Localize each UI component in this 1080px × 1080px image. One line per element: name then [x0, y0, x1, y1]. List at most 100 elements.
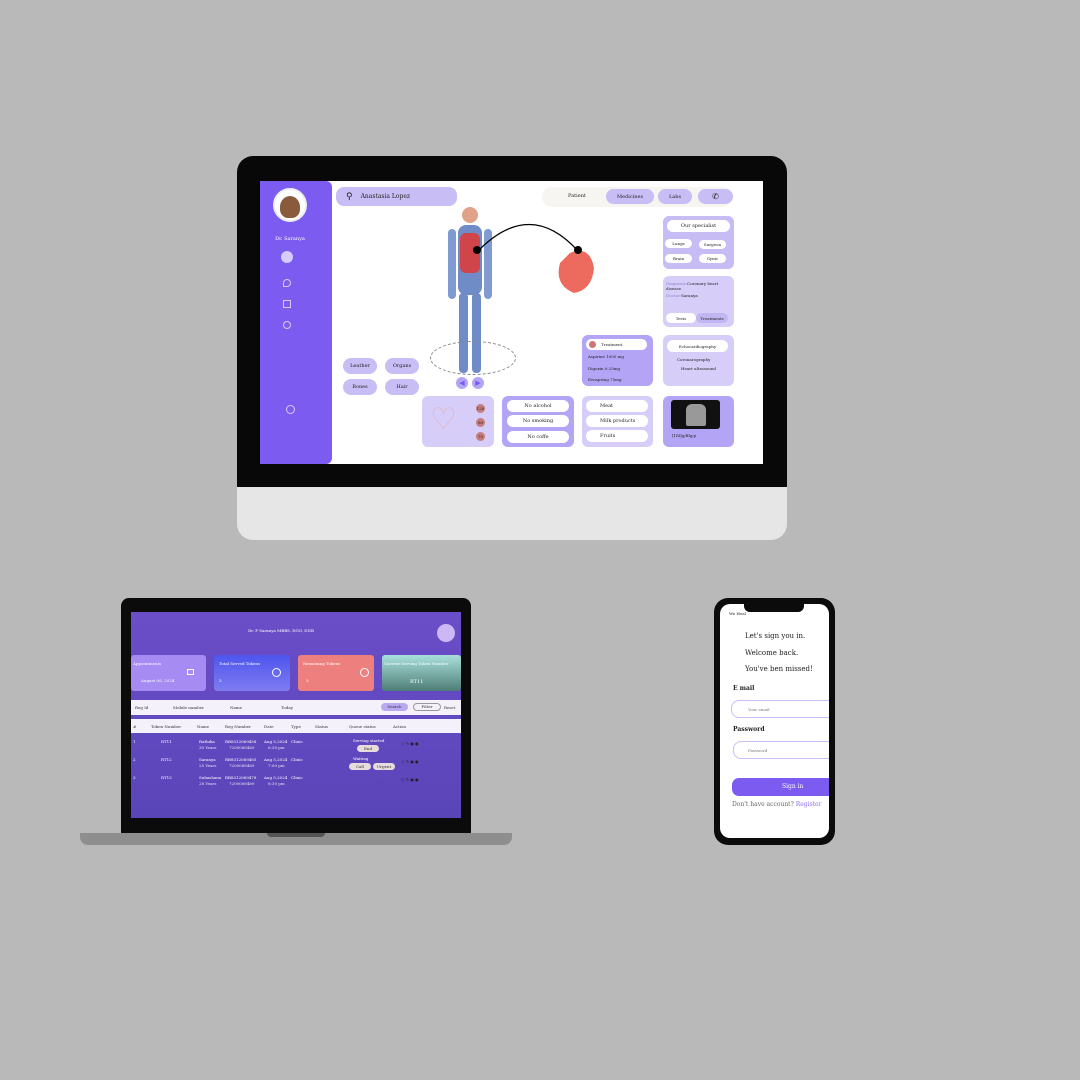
- password-label: Password: [733, 726, 765, 733]
- doctor-label: Doctor:: [666, 293, 682, 298]
- specialist-gynic[interactable]: Gynic: [699, 254, 726, 263]
- specialist-lungs[interactable]: Lungs: [665, 239, 692, 248]
- tab-tests[interactable]: Tests: [666, 313, 696, 323]
- cell-date: Aug 5,2024: [264, 757, 288, 762]
- tab-treatments[interactable]: Treatments: [696, 313, 728, 323]
- layer-leather[interactable]: Leather: [343, 358, 377, 374]
- cell-n: 1: [133, 739, 136, 744]
- tab-medicines[interactable]: Medicines: [606, 189, 654, 204]
- tab-patient[interactable]: Patient: [568, 193, 586, 199]
- layer-bones[interactable]: Bones: [343, 379, 377, 395]
- reset-button[interactable]: Reset: [444, 705, 455, 710]
- treatment-item: Digoxin 0.25mg: [588, 366, 621, 371]
- stat-card-served[interactable]: Total Served Tokens 3: [214, 655, 290, 691]
- cell-date: Aug 5,2024: [264, 739, 288, 744]
- email-field[interactable]: Your email: [731, 700, 829, 718]
- column-header: Name: [197, 724, 210, 729]
- doctor-value: Saranya: [681, 293, 698, 298]
- vital-badge: 80: [476, 418, 485, 427]
- stat-card-appointments[interactable]: Appointments August 05, 2024: [131, 655, 206, 691]
- column-header: Date: [264, 724, 274, 729]
- cell-type: Clinic: [291, 757, 303, 762]
- treatment-item: Aspirine 1000 mg: [588, 354, 624, 359]
- stat-card-current[interactable]: Current Serving Token Number RT11: [382, 655, 461, 691]
- rotate-left-button[interactable]: ◀: [456, 377, 468, 389]
- diagnosis-card: Diagnosis:Coronary heart disease Doctor:…: [663, 276, 734, 327]
- table-row[interactable]: 1 RT11 Rathika RB8312069458 Aug 5,2024 Clinic…: [131, 737, 461, 755]
- desktop-screen: Dr. Saranya ⚲ Anastasia Lopez Patient Med…: [260, 181, 763, 464]
- layer-organs[interactable]: Organs: [385, 358, 419, 374]
- layer-hair[interactable]: Hair: [385, 379, 419, 395]
- column-header: Action: [393, 724, 406, 729]
- column-header: Token Number: [151, 724, 182, 729]
- cell-token: RT12: [161, 757, 172, 762]
- test-item: Heart ultrasound: [681, 366, 716, 371]
- column-header: Reg Number: [225, 724, 251, 729]
- cell-date: Aug 5,2024: [264, 775, 288, 780]
- cell-time: 6:30 pm: [268, 745, 285, 750]
- table-row[interactable]: 2 RT12 Saranya RB8312069465 Aug 5,2024 Clinic…: [131, 755, 461, 773]
- specialist-brain[interactable]: Brain: [665, 254, 692, 263]
- search-value: Anastasia Lopez: [360, 193, 411, 200]
- test-item[interactable]: Echocardiography: [667, 340, 728, 352]
- action-icons[interactable]: ○ ✎ ● ●: [401, 759, 419, 764]
- queue-status: Serving started: [353, 738, 385, 743]
- diet-card: Meat Milk products Fruits: [582, 396, 653, 447]
- cell-phone: 7200068469: [229, 781, 255, 786]
- home-icon[interactable]: [281, 251, 293, 263]
- password-field[interactable]: Password: [733, 741, 829, 759]
- table-row[interactable]: 3 RT13 Subashana RB8312069478 Aug 5,2024 Clin…: [131, 773, 461, 791]
- power-icon[interactable]: [286, 405, 295, 414]
- vital-badge: 70: [476, 432, 485, 441]
- call-button[interactable]: ✆: [698, 189, 733, 204]
- treatment-item: Eenspring 75mg: [588, 377, 622, 382]
- diet-item: Meat: [586, 400, 648, 412]
- token-table: 1 RT11 Rathika RB8312069458 Aug 5,2024 Clinic…: [131, 733, 461, 793]
- cell-name: Saranya: [199, 757, 216, 762]
- cell-token: RT13: [161, 775, 172, 780]
- specialist-surgeon[interactable]: Surgeon: [699, 240, 726, 249]
- sign-in-button[interactable]: Sign in: [732, 778, 829, 796]
- cell-n: 2: [133, 757, 136, 762]
- action-icons[interactable]: ○ ✎ ● ●: [401, 777, 419, 782]
- location-icon[interactable]: [283, 279, 291, 287]
- cell-age: 25 Years: [199, 763, 217, 768]
- phone-screen: We Heal Let's sign you in. Welcome back.…: [720, 604, 829, 838]
- laptop-screen: Dr. P Saranya MBBS, DGO, DNB Appointment…: [131, 612, 461, 818]
- xray-image[interactable]: [671, 400, 720, 429]
- calendar-icon: [187, 669, 194, 675]
- reg-id-input[interactable]: Reg Id: [135, 705, 148, 710]
- mobile-input[interactable]: Mobile number: [173, 705, 204, 710]
- cell-reg: RB8312069478: [225, 775, 257, 780]
- calendar-icon[interactable]: [283, 300, 291, 308]
- cell-age: 30 Years: [199, 745, 217, 750]
- check-icon: [272, 668, 281, 677]
- cell-name: Subashana: [199, 775, 222, 780]
- avatar: [273, 188, 307, 222]
- lifestyle-item: No alcohol: [507, 400, 569, 412]
- cell-reg: RB8312069465: [225, 757, 257, 762]
- diet-item: Fruits: [586, 430, 648, 442]
- user-icon[interactable]: [283, 321, 291, 329]
- cell-type: Clinic: [291, 739, 303, 744]
- tab-labs[interactable]: Labs: [658, 189, 692, 204]
- cell-phone: 7200068469: [229, 763, 255, 768]
- action-icons[interactable]: ○ ✎ ● ●: [401, 741, 419, 746]
- call-button[interactable]: Call: [349, 763, 371, 770]
- date-input[interactable]: Today: [281, 705, 293, 710]
- column-header: Queue status: [349, 724, 376, 729]
- xray-caption: [1ßl]g/Blg/p: [672, 433, 697, 438]
- treatment-card: Treatment Aspirine 1000 mg Digoxin 0.25m…: [582, 335, 653, 386]
- rotate-right-button[interactable]: ▶: [472, 377, 484, 389]
- register-link[interactable]: Register: [796, 801, 822, 808]
- end-button[interactable]: End: [357, 745, 379, 752]
- stat-card-remaining[interactable]: Remaining Tokens 3: [298, 655, 374, 691]
- filter-button[interactable]: Filter: [413, 703, 441, 711]
- diet-item: Milk products: [586, 415, 648, 427]
- name-input[interactable]: Name: [230, 705, 242, 710]
- search-button[interactable]: Search: [381, 703, 408, 711]
- cell-time: 8:30 pm: [268, 781, 285, 786]
- avatar[interactable]: [437, 624, 455, 642]
- search-icon: ⚲: [346, 191, 353, 202]
- urgent-button[interactable]: Urgent: [373, 763, 395, 770]
